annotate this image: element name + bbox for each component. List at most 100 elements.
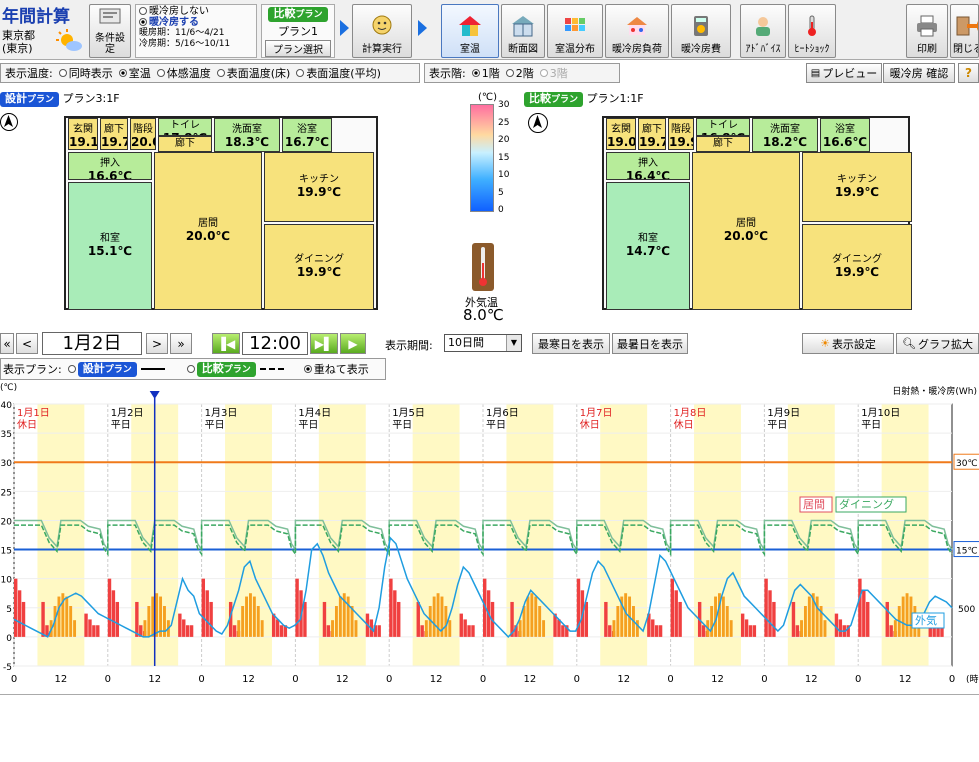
temperature-chart: 1月1日休日1月2日平日1月3日平日1月4日平日1月5日平日1月6日平日1月7日… — [0, 383, 979, 685]
cooling-on-radio[interactable] — [139, 18, 147, 26]
hottest-day-button[interactable]: 最暑日を表示 — [612, 333, 688, 354]
heating-bar — [88, 619, 92, 637]
radio-avg-surface[interactable] — [296, 69, 305, 77]
view-load-button[interactable]: 暖冷房負荷 — [605, 4, 669, 58]
distribution-icon — [565, 18, 585, 31]
dropdown-arrow-icon: ▼ — [506, 335, 521, 351]
heating-bar — [764, 578, 768, 637]
room-right-rooms-10: キッチン 19.9℃ — [802, 152, 912, 222]
solar-bar — [905, 593, 909, 637]
left-plan-name: プラン3:1F — [62, 92, 120, 105]
x-tick-label: 12 — [242, 674, 255, 685]
x-tick-label: 0 — [11, 674, 17, 685]
room-right-rooms-11: ダイニング 19.9℃ — [802, 224, 912, 310]
solid-line-icon — [140, 368, 165, 370]
last-day-button[interactable]: » — [170, 333, 192, 354]
play-back-button[interactable]: ▐◀ — [212, 333, 240, 354]
period-select[interactable]: 10日間 ▼ — [444, 334, 522, 352]
preview-button[interactable]: ▤ プレビュー — [806, 63, 882, 83]
heating-bar — [866, 601, 870, 637]
heating-bar — [84, 613, 88, 637]
room-left-rooms-3: トイレ17.8℃ — [158, 118, 212, 136]
next-day-button[interactable]: > — [146, 333, 168, 354]
time-field[interactable]: 12:00 — [242, 332, 308, 355]
view-load-label: 暖冷房負荷 — [612, 44, 662, 55]
radio-floor-1[interactable] — [471, 69, 480, 77]
room-right-rooms-6: 浴室 16.6℃ — [820, 118, 870, 152]
play-button[interactable]: ▶ — [340, 333, 366, 354]
advice-button[interactable]: ｱﾄﾞﾊﾞｲｽ — [740, 4, 786, 58]
sun-cloud-icon — [55, 28, 83, 52]
scale-unit: (℃) — [478, 92, 498, 103]
solar-bar — [354, 620, 358, 637]
scale-tick: 30 — [498, 100, 510, 110]
day-kind-label: 平日 — [767, 420, 787, 431]
compare-badge-suffix: プラン — [295, 10, 323, 20]
plan-select-button[interactable]: プラン選択 — [265, 40, 331, 57]
heating-bar — [772, 601, 776, 637]
view-distribution-button[interactable]: 室温分布 — [547, 4, 603, 58]
radio-simultaneous[interactable] — [58, 69, 67, 77]
solar-bar — [534, 596, 538, 637]
x-tick-label: 0 — [855, 674, 861, 685]
view-cost-button[interactable]: 暖冷房費 — [671, 4, 731, 58]
room-temp: 20.0℃ — [185, 229, 231, 243]
view-room-temp-button[interactable]: 室温 — [441, 4, 499, 58]
radio-room-temp[interactable] — [118, 69, 127, 77]
y-tick-label: 20 — [1, 517, 13, 527]
day-date-label: 1月4日 — [298, 407, 331, 419]
radio-sensible-temp[interactable] — [156, 69, 165, 77]
solar-bar — [803, 606, 807, 637]
reference-label: 30℃ — [956, 459, 978, 469]
design-plan-badge: 設計プラン — [0, 92, 60, 107]
room-right-rooms-7: 押入 16.4℃ — [606, 152, 690, 180]
right-tick-label: 500 — [958, 605, 975, 615]
cooling-off-radio[interactable] — [139, 7, 147, 15]
display-settings-icon: ☀ — [820, 337, 830, 350]
compare-badge-text-2: 比較 — [529, 92, 551, 105]
heating-bar — [838, 619, 843, 637]
radio-floor-surface[interactable] — [216, 69, 225, 77]
solar-bar — [237, 620, 241, 637]
print-button[interactable]: 印刷 — [906, 4, 948, 58]
calculate-button[interactable]: 計算実行 — [352, 4, 412, 58]
radio-design-plan[interactable] — [67, 365, 76, 373]
coldest-day-label: 最寒日を表示 — [538, 337, 604, 351]
heatshock-button[interactable]: ﾋｰﾄｼｮｯｸ — [788, 4, 836, 58]
x-tick-label: 0 — [198, 674, 204, 685]
condition-settings-button[interactable]: 条件設定 — [89, 4, 131, 58]
day-kind-label: 休日 — [674, 419, 694, 431]
help-button[interactable]: ? — [958, 63, 979, 83]
compare-plan-badge-2: 比較プラン — [524, 92, 584, 107]
close-button[interactable]: 閉じる — [950, 4, 979, 58]
heating-bar — [834, 613, 839, 637]
y-tick-label: 15 — [1, 547, 12, 557]
opt-floor-1: 1階 — [481, 67, 500, 80]
solar-bar — [151, 596, 155, 637]
radio-floor-2[interactable] — [505, 69, 514, 77]
overlay-label: 重ねて表示 — [313, 363, 369, 376]
first-day-button[interactable]: « — [0, 333, 14, 354]
solar-bar — [901, 596, 905, 637]
confirm-button[interactable]: 暖冷房 確認 — [883, 63, 955, 83]
radio-overlay[interactable] — [303, 365, 312, 373]
heating-bar — [557, 619, 561, 637]
heating-bar — [115, 601, 120, 637]
solar-bar — [526, 596, 530, 637]
view-section-button[interactable]: 断面図 — [501, 4, 545, 58]
play-forward-button[interactable]: ▶▌ — [310, 333, 338, 354]
date-field[interactable]: 1月2日 — [42, 332, 142, 355]
display-settings-button[interactable]: ☀ 表示設定 — [802, 333, 894, 354]
radio-compare-plan[interactable] — [186, 365, 195, 373]
heating-bar — [561, 625, 565, 637]
graph-zoom-button[interactable]: 🔍︎ グラフ拡大 — [896, 333, 979, 354]
coldest-day-button[interactable]: 最寒日を表示 — [532, 333, 610, 354]
prev-day-button[interactable]: < — [16, 333, 38, 354]
opt-floor-surface: 表面温度(床) — [226, 67, 291, 80]
compare-plan-badge: 比較プラン — [268, 7, 328, 22]
radio-floor-3[interactable] — [539, 69, 548, 77]
house-temperature-icon — [459, 16, 481, 36]
cooling-off-option[interactable]: 暖冷房しない — [139, 6, 253, 17]
heating-bar — [21, 601, 26, 637]
cooling-on-option[interactable]: 暖冷房する — [139, 17, 253, 28]
